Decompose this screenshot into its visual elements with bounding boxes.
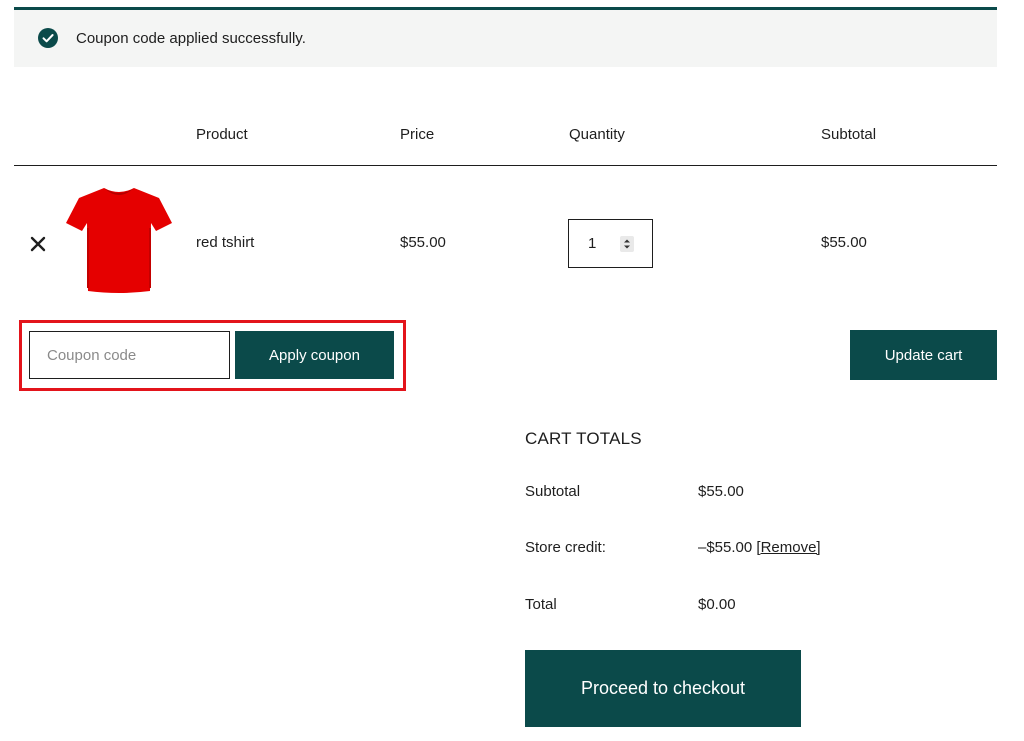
quantity-value[interactable]: 1: [588, 235, 596, 252]
spinner-arrows-icon[interactable]: [620, 236, 634, 252]
update-cart-button[interactable]: Update cart: [850, 330, 997, 380]
success-notice: Coupon code applied successfully.: [14, 7, 997, 67]
total-value: $0.00: [698, 596, 736, 613]
check-circle-icon: [38, 28, 58, 48]
store-credit-value: –$55.00: [698, 539, 753, 556]
notice-message: Coupon code applied successfully.: [76, 30, 306, 47]
subtotal-value: $55.00: [698, 483, 744, 500]
column-header-price: Price: [400, 126, 435, 143]
column-header-product: Product: [196, 126, 248, 143]
column-header-quantity: Quantity: [569, 126, 625, 143]
cart-totals-title: CART TOTALS: [525, 429, 642, 448]
store-credit-label: Store credit:: [525, 539, 606, 556]
product-price: $55.00: [400, 234, 446, 251]
column-header-subtotal: Subtotal: [821, 126, 877, 143]
table-header-divider: [14, 165, 997, 166]
store-credit-row: –$55.00 [Remove]: [698, 539, 821, 556]
product-name-link[interactable]: red tshirt: [196, 234, 254, 251]
apply-coupon-button[interactable]: Apply coupon: [235, 331, 394, 379]
close-icon[interactable]: [29, 235, 47, 253]
total-label: Total: [525, 596, 557, 613]
subtotal-label: Subtotal: [525, 483, 581, 500]
quantity-stepper[interactable]: 1: [568, 219, 653, 268]
line-subtotal: $55.00: [821, 234, 867, 251]
store-credit-remove-link[interactable]: [Remove]: [756, 539, 820, 556]
red-tshirt-image[interactable]: [64, 183, 174, 295]
coupon-code-input[interactable]: [29, 331, 230, 379]
proceed-to-checkout-button[interactable]: Proceed to checkout: [525, 650, 801, 727]
